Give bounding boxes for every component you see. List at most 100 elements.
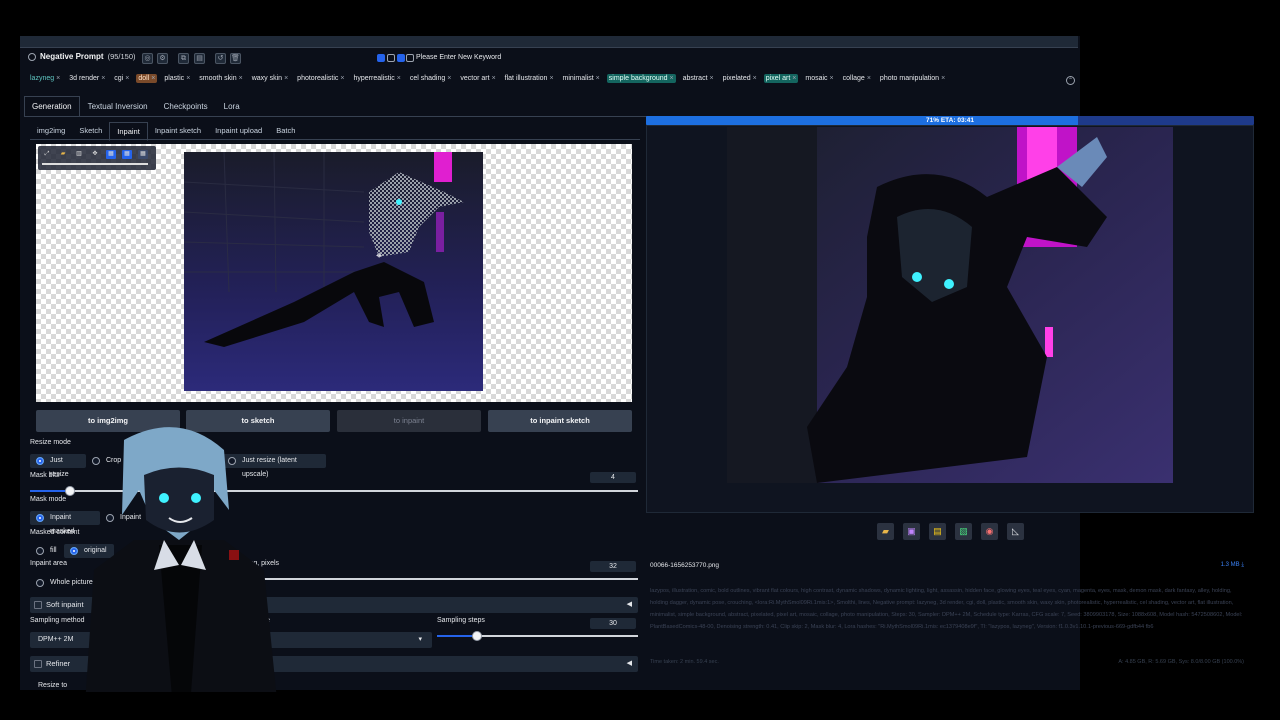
output-preview-image[interactable] bbox=[727, 127, 1173, 483]
negative-tag[interactable]: photorealistic × bbox=[295, 74, 346, 83]
padding-value[interactable]: 32 bbox=[590, 561, 636, 572]
negative-tag[interactable]: 3d render × bbox=[67, 74, 107, 83]
keyword-checkbox-4[interactable] bbox=[406, 54, 414, 62]
collapse-up-icon[interactable]: ⌃ bbox=[1066, 76, 1075, 85]
keyword-checkbox-1[interactable] bbox=[377, 54, 385, 62]
remove-tag-icon[interactable]: × bbox=[830, 75, 834, 82]
tag-label: mosaic bbox=[805, 75, 828, 82]
negative-tag[interactable]: hyperrealistic × bbox=[352, 74, 403, 83]
zip-icon[interactable]: ▤ bbox=[929, 523, 946, 540]
remove-tag-icon[interactable]: × bbox=[186, 75, 190, 82]
tab-generation[interactable]: Generation bbox=[24, 96, 80, 117]
progress-bar: 71% ETA: 03:41 bbox=[646, 116, 1254, 125]
keyword-checkbox-2[interactable] bbox=[387, 54, 395, 62]
tab-textual-inversion[interactable]: Textual Inversion bbox=[80, 96, 156, 117]
mask-blur-value[interactable]: 4 bbox=[590, 472, 636, 483]
copy-icon[interactable]: ⧉ bbox=[178, 53, 189, 64]
output-filename[interactable]: 00066-1656253770.png bbox=[650, 562, 719, 569]
negative-tag[interactable]: vector art × bbox=[458, 74, 497, 83]
negative-tag[interactable]: smooth skin × bbox=[197, 74, 244, 83]
remove-tag-icon[interactable]: × bbox=[941, 75, 945, 82]
negative-tag[interactable]: flat illustration × bbox=[503, 74, 556, 83]
remove-tag-icon[interactable]: × bbox=[753, 75, 757, 82]
globe-icon[interactable]: ◎ bbox=[142, 53, 153, 64]
remove-tag-icon[interactable]: × bbox=[447, 75, 451, 82]
move-icon[interactable]: ✥ bbox=[90, 150, 100, 159]
negative-tag[interactable]: pixel art × bbox=[763, 74, 799, 83]
soft-inpainting-checkbox[interactable] bbox=[34, 601, 42, 609]
tag-label: cel shading bbox=[409, 75, 446, 82]
image-icon[interactable]: ▧ bbox=[955, 523, 972, 540]
folder-icon[interactable]: ▰ bbox=[58, 150, 68, 159]
crosshair-cursor-icon: ⌖ bbox=[376, 250, 383, 262]
expand-triangle-icon[interactable]: ◀ bbox=[627, 597, 632, 613]
remove-tag-icon[interactable]: × bbox=[340, 75, 344, 82]
palette-icon[interactable]: ◉ bbox=[981, 523, 998, 540]
negative-tag[interactable]: doll × bbox=[136, 74, 158, 83]
masked-content-fill[interactable]: fill bbox=[30, 544, 64, 558]
sampling-steps-value[interactable]: 30 bbox=[590, 618, 636, 629]
sampling-steps-label: Sampling steps bbox=[437, 617, 485, 624]
negative-tag[interactable]: simple background × bbox=[606, 74, 676, 83]
negative-tag[interactable]: plastic × bbox=[162, 74, 192, 83]
negative-tag[interactable]: photo manipulation × bbox=[878, 74, 947, 83]
remove-tag-icon[interactable]: × bbox=[710, 75, 714, 82]
negative-tag[interactable]: lazyneg × bbox=[28, 74, 62, 83]
remove-tag-icon[interactable]: × bbox=[125, 75, 129, 82]
negative-tag[interactable]: abstract × bbox=[681, 74, 716, 83]
save-icon[interactable]: ▣ bbox=[903, 523, 920, 540]
padding-slider-track[interactable] bbox=[240, 578, 638, 580]
remove-tag-icon[interactable]: × bbox=[56, 75, 60, 82]
remove-tag-icon[interactable]: × bbox=[549, 75, 553, 82]
brush-size-slider[interactable] bbox=[42, 163, 148, 165]
remove-tag-icon[interactable]: × bbox=[670, 75, 674, 82]
tag-label: simple background bbox=[608, 75, 668, 82]
remove-tag-icon[interactable]: × bbox=[492, 75, 496, 82]
folder-icon[interactable]: ▰ bbox=[877, 523, 894, 540]
remove-tag-icon[interactable]: × bbox=[151, 75, 155, 82]
layers-icon[interactable]: ▦ bbox=[138, 150, 148, 159]
canvas-toolbar: ⤢ ▰ ▥ ✥ ▦ ▦ ▦ bbox=[38, 146, 156, 170]
trash-icon[interactable]: 🗑 bbox=[230, 53, 241, 64]
remove-tag-icon[interactable]: × bbox=[284, 75, 288, 82]
trash-icon[interactable]: ▥ bbox=[74, 150, 84, 159]
resize-to-tab[interactable]: Resize to bbox=[38, 682, 67, 689]
collapse-circle-icon[interactable] bbox=[28, 52, 36, 61]
tag-label: abstract bbox=[682, 75, 708, 82]
refiner-checkbox[interactable] bbox=[34, 660, 42, 668]
remove-tag-icon[interactable]: × bbox=[239, 75, 243, 82]
negative-tag[interactable]: waxy skin × bbox=[250, 74, 290, 83]
tag-label: 3d render bbox=[69, 75, 100, 82]
remove-tag-icon[interactable]: × bbox=[867, 75, 871, 82]
remove-tag-icon[interactable]: × bbox=[397, 75, 401, 82]
brush-icon[interactable]: ▦ bbox=[106, 150, 116, 159]
negative-tag[interactable]: cel shading × bbox=[408, 74, 454, 83]
expand-triangle-icon[interactable]: ◀ bbox=[627, 656, 632, 672]
eraser-icon[interactable]: ▦ bbox=[122, 150, 132, 159]
negative-tag[interactable]: collage × bbox=[841, 74, 873, 83]
new-keyword-input[interactable]: Please Enter New Keyword bbox=[416, 54, 501, 61]
ruler-icon[interactable]: ◺ bbox=[1007, 523, 1024, 540]
undo-icon[interactable]: ↺ bbox=[215, 53, 226, 64]
negative-tag[interactable]: pixelated × bbox=[721, 74, 759, 83]
fullscreen-icon[interactable]: ⤢ bbox=[42, 150, 52, 159]
inpaint-source-image[interactable] bbox=[184, 152, 483, 391]
negative-tag[interactable]: minimalist × bbox=[561, 74, 602, 83]
letterbox-bottom bbox=[0, 692, 1280, 720]
remove-tag-icon[interactable]: × bbox=[792, 75, 796, 82]
negative-tag[interactable]: mosaic × bbox=[803, 74, 835, 83]
tag-label: pixelated bbox=[722, 75, 751, 82]
download-link[interactable]: 1.3 MB ⤓ bbox=[1221, 562, 1244, 569]
gear-icon[interactable]: ⚙ bbox=[157, 53, 168, 64]
keyword-checkbox-3[interactable] bbox=[397, 54, 405, 62]
negative-tag[interactable]: cgi × bbox=[112, 74, 131, 83]
to-inpaint-sketch-button[interactable]: to inpaint sketch bbox=[488, 410, 632, 432]
remove-tag-icon[interactable]: × bbox=[101, 75, 105, 82]
tab-lora[interactable]: Lora bbox=[216, 96, 248, 117]
negative-prompt-header[interactable]: Negative Prompt (95/150) bbox=[28, 52, 136, 61]
remove-tag-icon[interactable]: × bbox=[596, 75, 600, 82]
tab-checkpoints[interactable]: Checkpoints bbox=[156, 96, 216, 117]
tag-label: photorealistic bbox=[297, 75, 339, 82]
paste-icon[interactable]: ▤ bbox=[194, 53, 205, 64]
to-inpaint-button[interactable]: to inpaint bbox=[337, 410, 481, 432]
